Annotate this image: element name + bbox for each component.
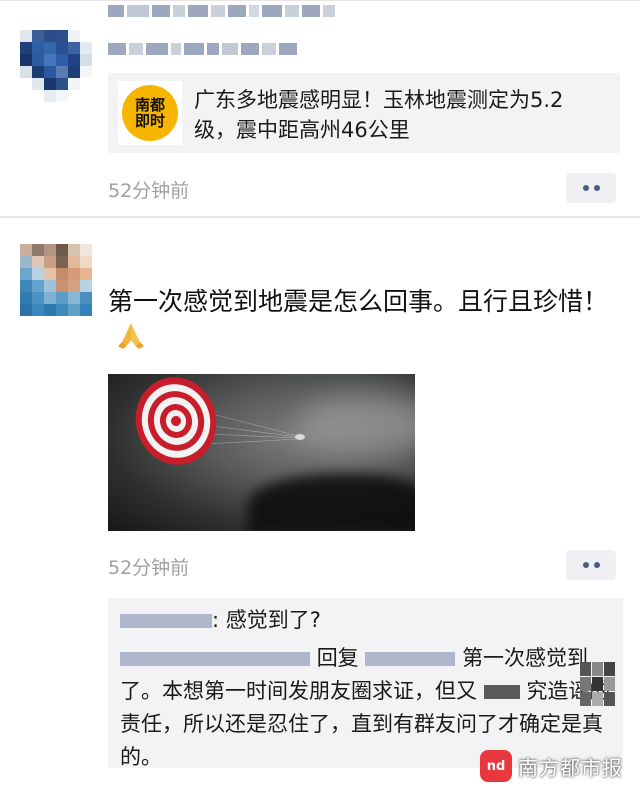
post-time: 52分钟前 (108, 180, 190, 202)
comments-box: : 感觉到了? 回复 第一次感觉到了。本想第一时间发朋友圈求证，但又 究造谣的责… (108, 598, 623, 769)
dot-icon (582, 562, 589, 568)
commenter-name-blurred[interactable] (120, 614, 212, 628)
publisher-name: 南方都市报 (518, 755, 623, 780)
more-actions-button[interactable] (566, 550, 616, 580)
commenter-name-blurred[interactable] (120, 652, 310, 666)
folded-hands-icon (118, 323, 144, 349)
more-actions-button[interactable] (566, 173, 616, 203)
user-name-blurred[interactable] (108, 38, 297, 60)
post-time: 52分钟前 (108, 557, 190, 579)
post-photo-parachute[interactable] (108, 374, 415, 531)
pixelated-overlay (580, 662, 615, 706)
publisher-logo-icon: nd (480, 750, 512, 782)
reply-target-name-blurred[interactable] (365, 652, 456, 666)
shared-article-title: 广东多地震感明显！玉林地震测定为5.2级，震中距高州46公里 (194, 88, 564, 142)
shared-article-card[interactable]: 南都 即时 广东多地震感明显！玉林地震测定为5.2级，震中距高州46公里 (108, 73, 620, 153)
avatar[interactable] (20, 30, 92, 102)
user-name-blurred[interactable] (108, 0, 335, 22)
dot-icon (593, 562, 600, 568)
post-text: 第一次感觉到地震是怎么回事。且行且珍惜！ (108, 285, 623, 353)
parachute-icon (135, 377, 305, 465)
comment-item[interactable]: : 感觉到了? (120, 606, 321, 634)
news-logo-icon: 南都 即时 (118, 81, 182, 145)
publisher-watermark: nd 南方都市报 (480, 748, 623, 784)
dot-icon (582, 185, 589, 191)
avatar[interactable] (20, 244, 92, 316)
moment-post-1: 南都 即时 广东多地震感明显！玉林地震测定为5.2级，震中距高州46公里 52分… (0, 0, 640, 216)
dot-icon (593, 185, 600, 191)
